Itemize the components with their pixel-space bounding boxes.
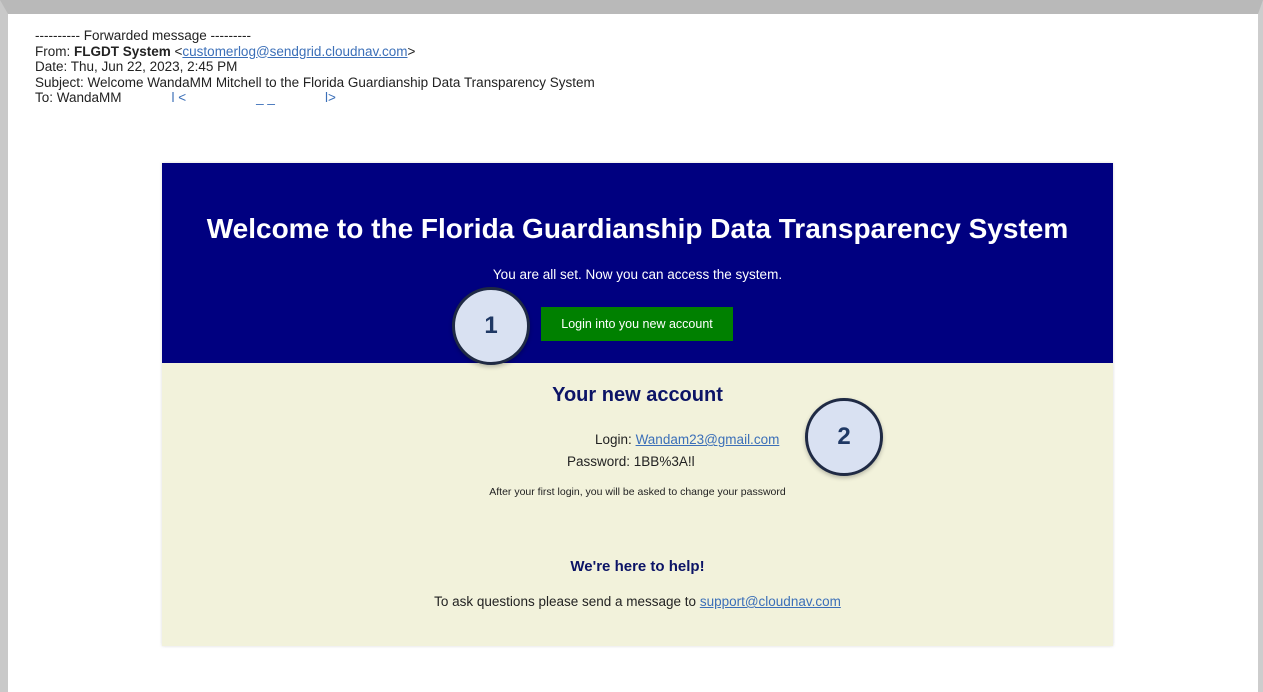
forwarded-line: ---------- Forwarded message ---------	[35, 28, 251, 43]
help-text: To ask questions please send a message t…	[162, 594, 1113, 609]
welcome-title: Welcome to the Florida Guardianship Data…	[206, 213, 1069, 244]
to-prefix: To: WandaMM	[35, 90, 122, 105]
login-row: Login: Wandam23@gmail.com	[595, 432, 779, 447]
date-line: Date: Thu, Jun 22, 2023, 2:45 PM	[35, 59, 238, 74]
login-button[interactable]: Login into you new account	[541, 307, 733, 341]
from-line: From: FLGDT System <customerlog@sendgrid…	[35, 44, 595, 60]
welcome-banner: Welcome to the Florida Guardianship Data…	[162, 163, 1113, 363]
from-email-open: <	[170, 43, 183, 59]
to-fragment-1: l <	[171, 90, 187, 105]
from-prefix: From:	[35, 43, 74, 59]
to-fragment-2: _ _	[256, 90, 275, 105]
password-label: Password:	[567, 454, 631, 469]
from-email-close: >	[407, 43, 416, 59]
from-name: FLGDT System	[74, 43, 171, 59]
password-row: Password: 1BB%3A!l	[567, 454, 695, 469]
to-line: To: WandaMM l < _ _ l>	[35, 90, 595, 106]
login-email-link[interactable]: Wandam23@gmail.com	[636, 432, 780, 447]
callout-badge-2: 2	[805, 398, 883, 476]
account-title: Your new account	[552, 384, 723, 406]
subject-line: Subject: Welcome WandaMM Mitchell to the…	[35, 74, 595, 90]
login-label: Login:	[595, 432, 632, 447]
from-email-link[interactable]: customerlog@sendgrid.cloudnav.com	[182, 44, 407, 59]
account-section: Your new account Login: Wandam23@gmail.c…	[162, 363, 1113, 646]
support-email-link[interactable]: support@cloudnav.com	[700, 594, 841, 609]
to-fragment-3: l>	[324, 90, 336, 105]
password-change-notice: After your first login, you will be aske…	[489, 486, 786, 498]
welcome-email-card: Welcome to the Florida Guardianship Data…	[162, 163, 1113, 646]
help-message: To ask questions please send a message t…	[434, 594, 700, 609]
help-title: We're here to help!	[570, 558, 705, 575]
welcome-subtitle: You are all set. Now you can access the …	[492, 267, 783, 282]
password-value: 1BB%3A!l	[633, 454, 695, 469]
forwarded-email-header: ---------- Forwarded message --------- F…	[35, 28, 595, 106]
callout-badge-1: 1	[452, 287, 530, 365]
